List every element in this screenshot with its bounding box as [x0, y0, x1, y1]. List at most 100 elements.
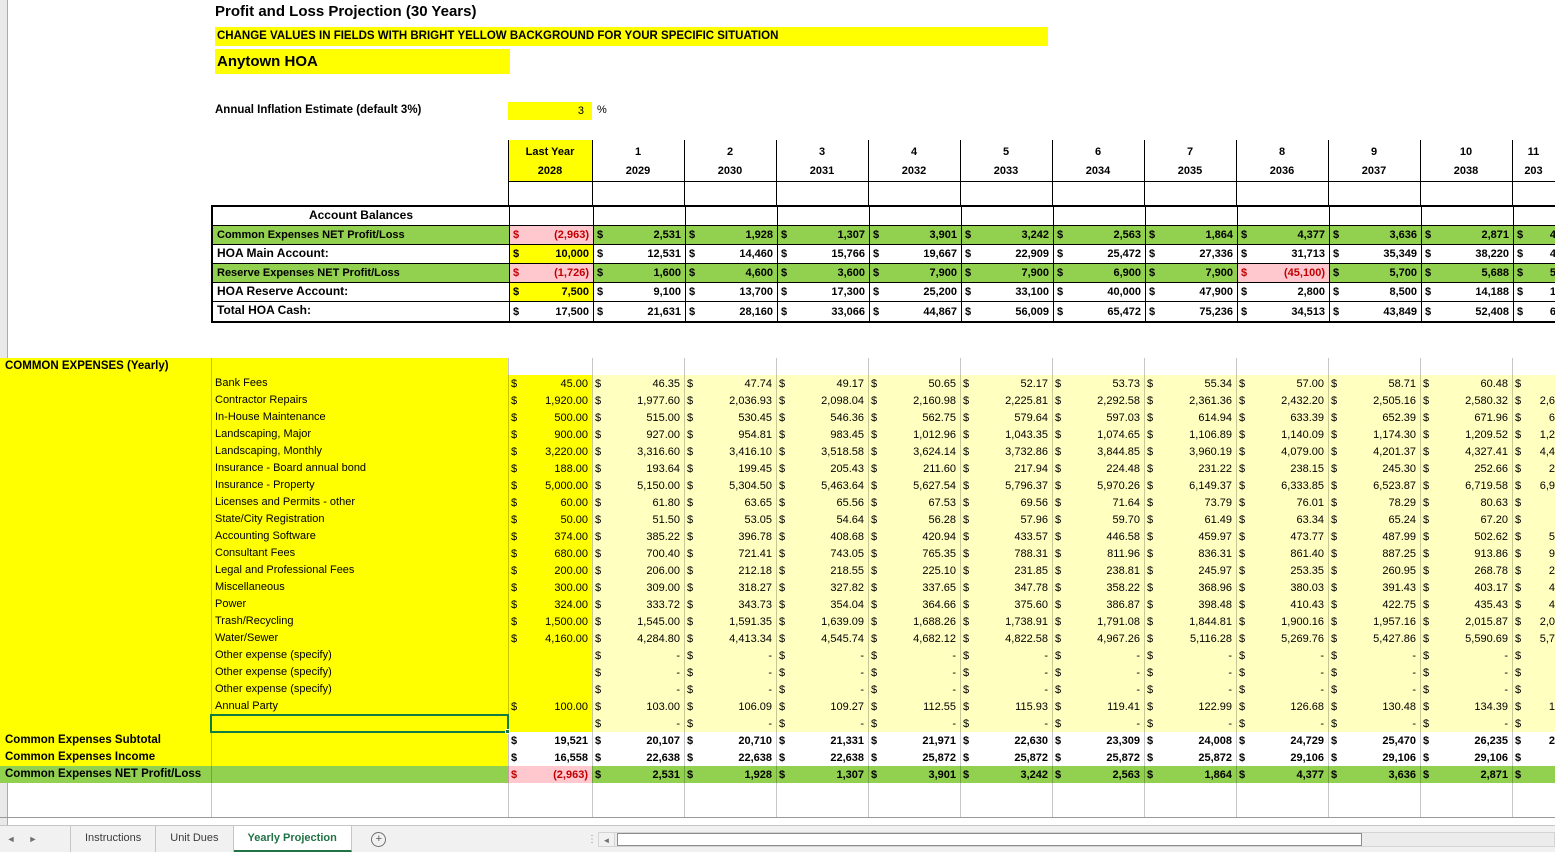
cell[interactable]: $530.45	[684, 409, 776, 426]
cell[interactable]: $396.78	[684, 528, 776, 545]
cell[interactable]: $398.48	[1144, 596, 1236, 613]
cell[interactable]: $5,000.00	[508, 477, 592, 494]
cell[interactable]: $	[1512, 749, 1555, 766]
cell[interactable]: $4	[1514, 226, 1555, 244]
cell[interactable]: $231.22	[1144, 460, 1236, 477]
cell[interactable]: $913.86	[1420, 545, 1512, 562]
row-label[interactable]: Legal and Professional Fees	[211, 562, 508, 579]
cell[interactable]: $2,015.87	[1420, 613, 1512, 630]
cell[interactable]: $2,432.20	[1236, 392, 1328, 409]
cell[interactable]: $358.22	[1052, 579, 1144, 596]
tab-scroll-divider-icon[interactable]: ⋮	[586, 834, 598, 845]
cell[interactable]: $17,300	[778, 283, 870, 301]
cell[interactable]: $983.45	[776, 426, 868, 443]
cell[interactable]: $69.56	[960, 494, 1052, 511]
cell[interactable]: $2,531	[592, 766, 684, 783]
cell[interactable]: $6	[1512, 409, 1555, 426]
cell[interactable]: $22,638	[684, 749, 776, 766]
cell[interactable]: $224.48	[1052, 460, 1144, 477]
cell[interactable]: $109.27	[776, 698, 868, 715]
cell[interactable]: $38,220	[1422, 245, 1514, 263]
cell[interactable]: $408.68	[776, 528, 868, 545]
cell[interactable]: $3,844.85	[1052, 443, 1144, 460]
cell[interactable]: $-	[960, 647, 1052, 664]
cell[interactable]: $1,864	[1144, 766, 1236, 783]
cell[interactable]: $502.62	[1420, 528, 1512, 545]
row-label[interactable]: Common Expenses Income	[0, 749, 508, 766]
cell[interactable]: $1,545.00	[592, 613, 684, 630]
cell[interactable]	[778, 207, 870, 225]
cell[interactable]: $3,518.58	[776, 443, 868, 460]
cell[interactable]: $1	[1512, 698, 1555, 715]
cell[interactable]: $130.48	[1328, 698, 1420, 715]
cell[interactable]: $385.22	[592, 528, 684, 545]
cell[interactable]: $3,624.14	[868, 443, 960, 460]
cell[interactable]: $-	[684, 664, 776, 681]
cell[interactable]: $-	[684, 715, 776, 732]
cell[interactable]: $65.56	[776, 494, 868, 511]
cell[interactable]: $579.64	[960, 409, 1052, 426]
cell[interactable]: $10,000	[510, 245, 594, 263]
cell[interactable]: $1,307	[778, 226, 870, 244]
row-label[interactable]: Consultant Fees	[211, 545, 508, 562]
cell[interactable]: $743.05	[776, 545, 868, 562]
cell[interactable]: $2,531	[594, 226, 686, 244]
cell[interactable]	[1146, 207, 1238, 225]
cell[interactable]: $47.74	[684, 375, 776, 392]
cell[interactable]: $700.40	[592, 545, 684, 562]
column-header-year[interactable]: 92037	[1328, 140, 1420, 182]
cell[interactable]: $47,900	[1146, 283, 1238, 301]
row-label[interactable]: HOA Reserve Account:	[213, 283, 510, 301]
cell[interactable]: $21,971	[868, 732, 960, 749]
cell[interactable]: $954.81	[684, 426, 776, 443]
cell[interactable]: $4	[1512, 596, 1555, 613]
cell[interactable]: $4,377	[1236, 766, 1328, 783]
cell[interactable]: $-	[1328, 715, 1420, 732]
cell[interactable]: $-	[1052, 715, 1144, 732]
cell[interactable]: $126.68	[1236, 698, 1328, 715]
cell[interactable]: $1,174.30	[1328, 426, 1420, 443]
cell[interactable]: $4,413.34	[684, 630, 776, 647]
row-label[interactable]: Reserve Expenses NET Profit/Loss	[213, 264, 510, 282]
cell[interactable]: $1,140.09	[1236, 426, 1328, 443]
cell[interactable]: $-	[1236, 647, 1328, 664]
cell[interactable]: $836.31	[1144, 545, 1236, 562]
cell[interactable]: $35,349	[1330, 245, 1422, 263]
cell[interactable]: $5,590.69	[1420, 630, 1512, 647]
cell[interactable]: $4,822.58	[960, 630, 1052, 647]
cell[interactable]: $5,796.37	[960, 477, 1052, 494]
cell[interactable]: $25,872	[868, 749, 960, 766]
cell[interactable]: $386.87	[1052, 596, 1144, 613]
cell[interactable]: $225.10	[868, 562, 960, 579]
cell[interactable]: $24,729	[1236, 732, 1328, 749]
cell[interactable]: $63.34	[1236, 511, 1328, 528]
cell[interactable]: $459.97	[1144, 528, 1236, 545]
cell[interactable]: $3,416.10	[684, 443, 776, 460]
cell[interactable]: $20,107	[592, 732, 684, 749]
cell[interactable]: $2,160.98	[868, 392, 960, 409]
cell[interactable]: $268.78	[1420, 562, 1512, 579]
cell[interactable]: $500.00	[508, 409, 592, 426]
cell[interactable]: $811.96	[1052, 545, 1144, 562]
cell[interactable]: $-	[868, 664, 960, 681]
cell[interactable]	[508, 647, 592, 664]
cell[interactable]: $260.95	[1328, 562, 1420, 579]
cell[interactable]: $-	[592, 664, 684, 681]
cell[interactable]: $25,472	[1054, 245, 1146, 263]
cell[interactable]: $5,427.86	[1328, 630, 1420, 647]
cell[interactable]	[1514, 207, 1555, 225]
cell[interactable]: $-	[868, 647, 960, 664]
cell[interactable]: $5,7	[1512, 630, 1555, 647]
cell[interactable]: $252.66	[1420, 460, 1512, 477]
cell[interactable]: $-	[1052, 681, 1144, 698]
cell[interactable]: $2	[1512, 460, 1555, 477]
cell[interactable]: $446.58	[1052, 528, 1144, 545]
cell[interactable]: $80.63	[1420, 494, 1512, 511]
cell[interactable]: $65,472	[1054, 302, 1146, 321]
cell[interactable]: $4,545.74	[776, 630, 868, 647]
cell[interactable]: $-	[776, 715, 868, 732]
cell[interactable]	[962, 207, 1054, 225]
cell[interactable]: $4,160.00	[508, 630, 592, 647]
cell[interactable]: $1,012.96	[868, 426, 960, 443]
cell[interactable]: $671.96	[1420, 409, 1512, 426]
